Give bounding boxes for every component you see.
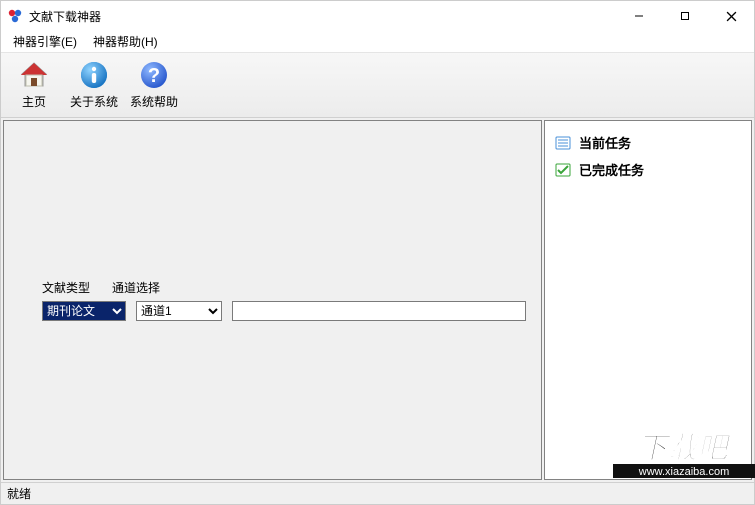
label-doc-type: 文献类型 [42, 279, 90, 296]
home-button[interactable]: 主页 [5, 56, 63, 113]
window-title: 文献下载神器 [29, 8, 616, 25]
side-panel: 当前任务 已完成任务 [544, 120, 752, 480]
about-button[interactable]: 关于系统 [65, 56, 123, 113]
menubar: 神器引擎(E) 神器帮助(H) [1, 31, 754, 53]
home-icon [18, 59, 50, 91]
close-button[interactable] [708, 1, 754, 31]
side-done-tasks[interactable]: 已完成任务 [553, 156, 743, 183]
statusbar: 就绪 [1, 482, 754, 504]
form-labels-row: 文献类型 通道选择 [42, 279, 160, 296]
content-area: 文献类型 通道选择 期刊论文 通道1 当前任务 [1, 118, 754, 482]
menu-help[interactable]: 神器帮助(H) [85, 31, 166, 52]
menu-engine[interactable]: 神器引擎(E) [5, 31, 85, 52]
window-controls [616, 1, 754, 31]
info-icon [78, 59, 110, 91]
help-label: 系统帮助 [130, 93, 178, 110]
minimize-button[interactable] [616, 1, 662, 31]
check-list-icon [555, 162, 571, 178]
titlebar: 文献下载神器 [1, 1, 754, 31]
list-icon [555, 135, 571, 151]
about-label: 关于系统 [70, 93, 118, 110]
svg-text:?: ? [148, 65, 160, 87]
status-text: 就绪 [7, 485, 31, 502]
home-label: 主页 [22, 93, 46, 110]
side-current-label: 当前任务 [579, 133, 631, 152]
question-icon: ? [138, 59, 170, 91]
form-controls-row: 期刊论文 通道1 [42, 301, 526, 321]
toolbar: 主页 关于系统 [1, 53, 754, 118]
side-done-label: 已完成任务 [579, 160, 644, 179]
doc-type-select[interactable]: 期刊论文 [42, 301, 126, 321]
help-button[interactable]: ? 系统帮助 [125, 56, 183, 113]
maximize-button[interactable] [662, 1, 708, 31]
label-channel: 通道选择 [112, 279, 160, 296]
search-input[interactable] [232, 301, 526, 321]
app-icon [7, 8, 23, 24]
channel-select[interactable]: 通道1 [136, 301, 222, 321]
main-panel: 文献类型 通道选择 期刊论文 通道1 [3, 120, 542, 480]
side-current-tasks[interactable]: 当前任务 [553, 129, 743, 156]
